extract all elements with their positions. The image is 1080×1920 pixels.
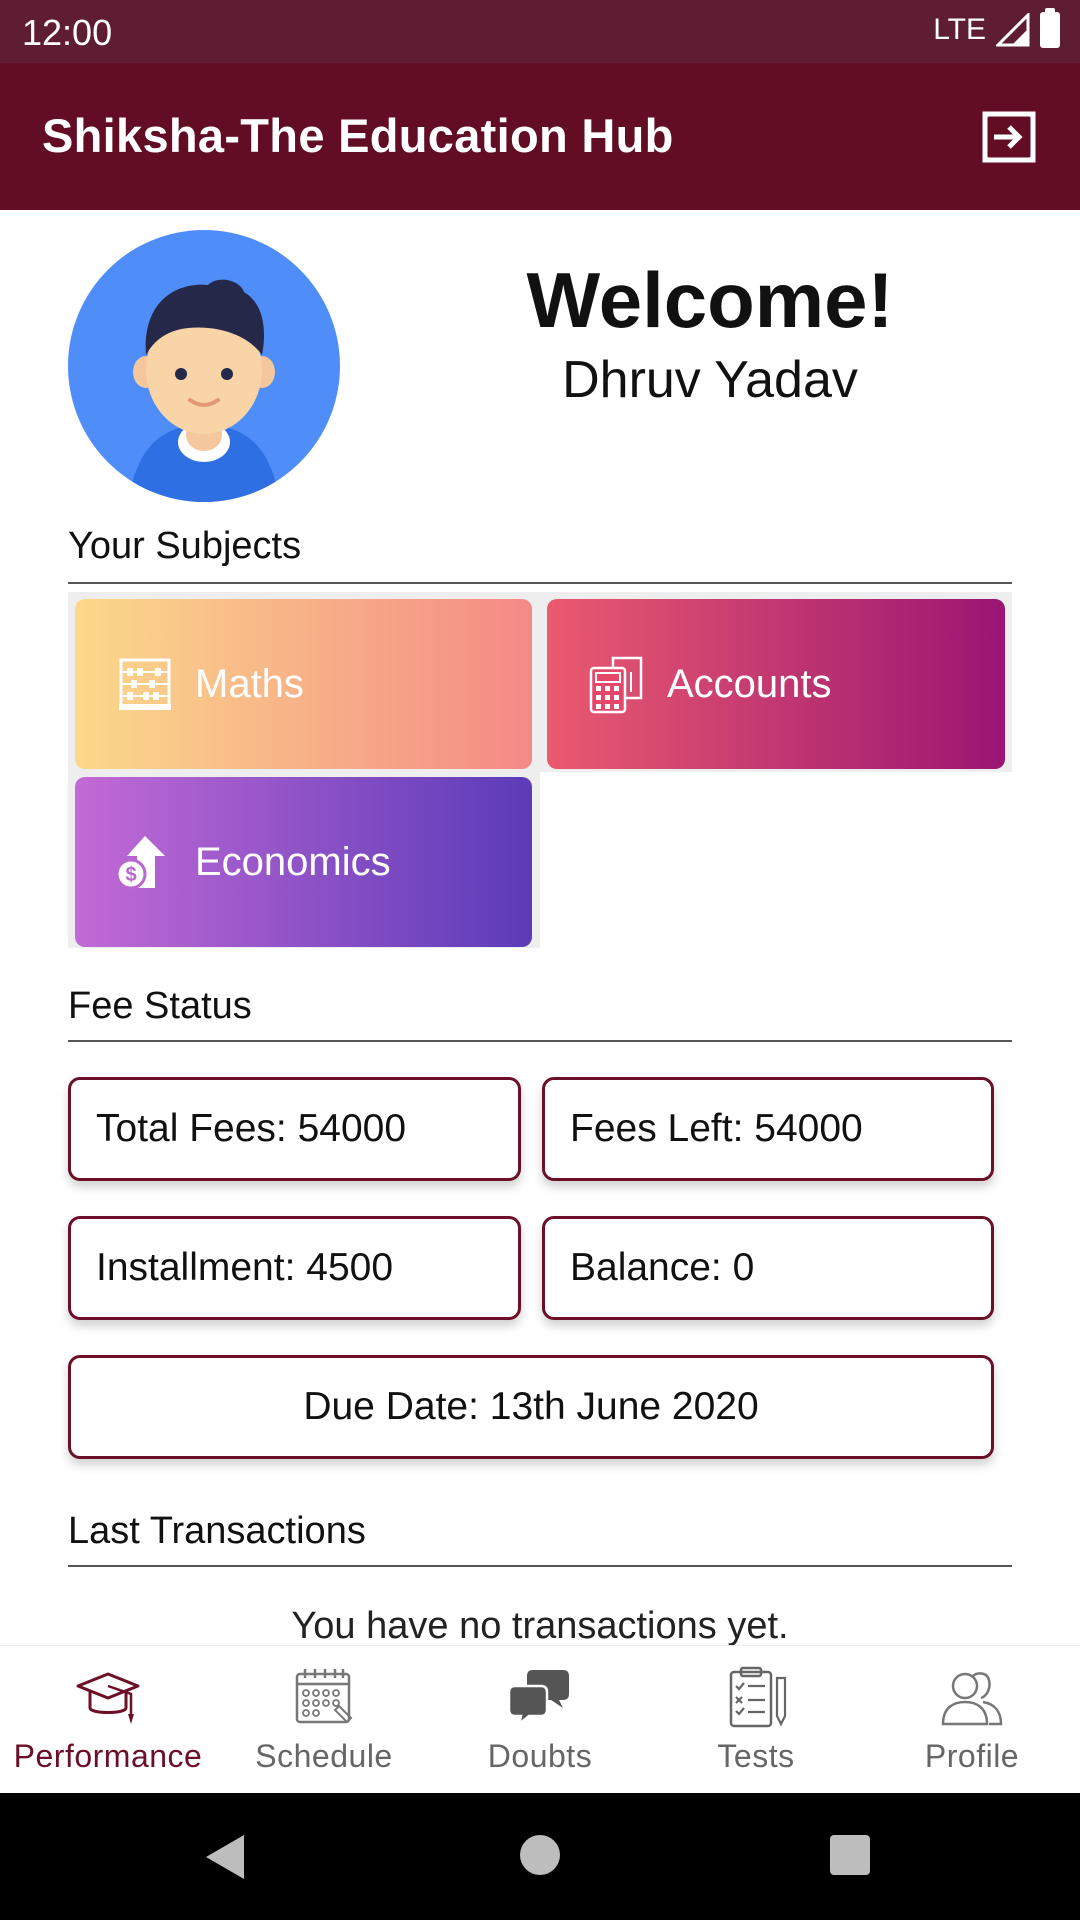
bottom-navigation: Performance Schedule Doubts Tests Profil… bbox=[0, 1645, 1080, 1793]
status-bar: 12:00 LTE bbox=[0, 0, 1080, 63]
user-name: Dhruv Yadav bbox=[562, 351, 858, 409]
graduation-cap-icon bbox=[76, 1672, 140, 1724]
battery-icon bbox=[1040, 8, 1060, 48]
subject-label: Maths bbox=[195, 661, 304, 706]
back-icon[interactable] bbox=[206, 1835, 244, 1879]
nav-label: Doubts bbox=[487, 1738, 593, 1774]
system-navigation-bar bbox=[0, 1793, 1080, 1920]
avatar bbox=[68, 230, 340, 502]
total-fees-box: Total Fees: 54000 bbox=[68, 1077, 521, 1181]
logout-icon[interactable] bbox=[982, 111, 1036, 163]
users-icon bbox=[941, 1672, 1003, 1726]
welcome-heading: Welcome! bbox=[526, 256, 894, 344]
subject-card-economics[interactable]: $ Economics bbox=[75, 777, 532, 947]
fees-left-box: Fees Left: 54000 bbox=[542, 1077, 994, 1181]
nav-label: Profile bbox=[924, 1738, 1020, 1774]
abacus-icon bbox=[119, 658, 171, 710]
fee-status-section-title: Fee Status bbox=[68, 985, 252, 1027]
calculator-icon bbox=[589, 656, 643, 714]
home-icon[interactable] bbox=[520, 1835, 560, 1875]
subject-card-accounts[interactable]: Accounts bbox=[547, 599, 1005, 769]
network-type: LTE bbox=[933, 13, 986, 46]
subjects-section-title: Your Subjects bbox=[68, 525, 302, 567]
app-bar: Shiksha-The Education Hub bbox=[0, 63, 1080, 210]
recent-apps-icon[interactable] bbox=[830, 1835, 870, 1875]
status-indicators: LTE bbox=[933, 8, 1060, 48]
installment-box: Installment: 4500 bbox=[68, 1216, 521, 1320]
nav-item-performance[interactable]: Performance bbox=[0, 1646, 216, 1793]
no-transactions-text: You have no transactions yet. bbox=[291, 1605, 789, 1647]
nav-item-doubts[interactable]: Doubts bbox=[432, 1646, 648, 1793]
app-title: Shiksha-The Education Hub bbox=[42, 109, 674, 162]
nav-label: Schedule bbox=[255, 1738, 393, 1774]
svg-text:$: $ bbox=[125, 864, 136, 886]
status-time: 12:00 bbox=[22, 12, 113, 53]
subject-card-maths[interactable]: Maths bbox=[75, 599, 532, 769]
signal-icon bbox=[996, 13, 1030, 47]
clipboard-checklist-icon bbox=[729, 1666, 787, 1728]
chat-bubbles-icon bbox=[507, 1670, 569, 1728]
subject-label: Economics bbox=[195, 839, 391, 884]
transactions-section-title: Last Transactions bbox=[68, 1510, 366, 1552]
nav-item-tests[interactable]: Tests bbox=[648, 1646, 864, 1793]
section-divider bbox=[68, 1565, 1012, 1567]
nav-item-profile[interactable]: Profile bbox=[864, 1646, 1080, 1793]
calendar-icon bbox=[295, 1669, 353, 1724]
nav-item-schedule[interactable]: Schedule bbox=[216, 1646, 432, 1793]
section-divider bbox=[68, 1040, 1012, 1042]
nav-label: Tests bbox=[717, 1738, 795, 1774]
due-date-box: Due Date: 13th June 2020 bbox=[68, 1355, 994, 1459]
money-growth-icon: $ bbox=[115, 836, 165, 890]
section-divider bbox=[68, 582, 1012, 584]
nav-label: Performance bbox=[13, 1738, 203, 1774]
subject-label: Accounts bbox=[667, 661, 832, 706]
balance-box: Balance: 0 bbox=[542, 1216, 994, 1320]
student-avatar-icon bbox=[128, 279, 280, 502]
